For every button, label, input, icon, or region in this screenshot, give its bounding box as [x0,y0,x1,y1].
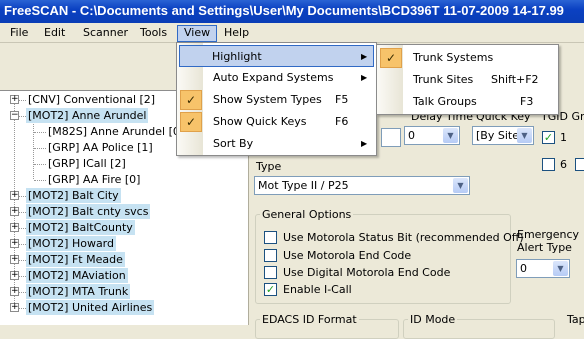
motorola-status-bit-label: Use Motorola Status Bit (recommended Off… [283,231,524,244]
tree-node-label: [MOT2] MAviation [26,268,128,283]
submenu-arrow-icon: ▶ [361,52,368,61]
menu-item-trunk-sites[interactable]: Trunk Sites Shift+F2 [379,69,556,91]
tree-node-label: [MOT2] Anne Arundel [26,108,149,123]
tgid-1-checkbox[interactable]: ✓ [542,131,555,144]
submenu-arrow-icon: ▶ [361,139,368,148]
digital-motorola-end-code-label: Use Digital Motorola End Code [283,266,451,279]
expand-icon[interactable]: + [10,95,19,104]
system-type-select[interactable]: Mot Type II / P25 ▼ [254,176,470,195]
menu-bar: File Edit Scanner Tools View Help [0,23,584,43]
tgid-6-label: 6 [560,158,567,171]
chevron-down-icon: ▼ [443,128,458,143]
menu-item-talk-groups[interactable]: Talk Groups F3 [379,91,556,113]
tgid-1-label: 1 [560,131,567,144]
menu-edit[interactable]: Edit [38,25,71,42]
expand-icon[interactable]: + [10,255,19,264]
tree-node-label: [GRP] AA Fire [0] [48,173,141,186]
tree-node-label: [MOT2] Ft Meade [26,252,125,267]
alert-type-label: Alert Type [517,241,572,254]
submenu-arrow-icon: ▶ [361,73,368,82]
emergency-label: Emergency [517,228,580,241]
quick-key-select[interactable]: [By Site] ▼ [472,126,534,145]
digital-motorola-end-code-checkbox[interactable] [264,266,277,279]
general-options-title: General Options [260,208,354,221]
tree-node-label: [GRP] ICall [2] [48,157,126,170]
menu-item-highlight[interactable]: Highlight ▶ [179,45,374,67]
checkmark-icon: ✓ [180,90,202,110]
tree-node-label: [MOT2] Howard [26,236,116,251]
menu-item-auto-expand-systems[interactable]: Auto Expand Systems ▶ [179,67,374,89]
type-label: Type [256,160,282,173]
menu-item-show-system-types[interactable]: ✓ Show System Types F5 [179,89,374,111]
emergency-alert-value: 0 [520,262,527,275]
tree-node-label: [MOT2] United Airlines [26,300,155,315]
checkmark-icon: ✓ [180,112,202,132]
expand-icon[interactable]: + [10,191,19,200]
chevron-down-icon: ▼ [453,178,468,193]
collapse-icon[interactable]: − [10,111,19,120]
enable-icall-checkbox[interactable]: ✓ [264,283,277,296]
menu-file[interactable]: File [4,25,34,42]
tree-node-label: [MOT2] Balt cnty svcs [26,204,151,219]
id-mode-label: ID Mode [408,313,458,326]
tree-node-label: [GRP] AA Police [1] [48,141,153,154]
motorola-end-code-label: Use Motorola End Code [283,249,412,262]
tap-label: Tap [565,313,584,326]
menu-tools[interactable]: Tools [134,25,173,42]
checkmark-icon: ✓ [380,48,402,68]
tree-node-label: [CNV] Conventional [2] [28,93,156,106]
menu-item-show-quick-keys[interactable]: ✓ Show Quick Keys F6 [179,111,374,133]
motorola-status-bit-checkbox[interactable] [264,231,277,244]
tgid-6-checkbox[interactable] [542,158,555,171]
highlight-submenu: ✓ Trunk Systems Trunk Sites Shift+F2 Tal… [376,44,559,115]
menu-view[interactable]: View [177,25,218,42]
menu-item-sort-by[interactable]: Sort By ▶ [179,133,374,155]
tree-node-label: [MOT2] Balt City [26,188,121,203]
expand-icon[interactable]: + [10,223,19,232]
tree-node-label: [MOT2] BaltCounty [26,220,135,235]
delay-time-value: 0 [408,129,415,142]
motorola-end-code-checkbox[interactable] [264,249,277,262]
expand-icon[interactable]: + [10,287,19,296]
system-type-value: Mot Type II / P25 [258,179,349,192]
partial-combo[interactable] [381,128,401,147]
expand-icon[interactable]: + [10,303,19,312]
menu-help[interactable]: Help [218,25,255,42]
menu-scanner[interactable]: Scanner [77,25,134,42]
tree-node-label: [MOT2] MTA Trunk [26,284,131,299]
expand-icon[interactable]: + [10,207,19,216]
chevron-down-icon: ▼ [553,261,568,276]
expand-icon[interactable]: + [10,271,19,280]
emergency-alert-select[interactable]: 0 ▼ [516,259,570,278]
expand-icon[interactable]: + [10,239,19,248]
delay-time-select[interactable]: 0 ▼ [404,126,460,145]
view-menu: Highlight ▶ Auto Expand Systems ▶ ✓ Show… [176,42,377,156]
edacs-id-format-label: EDACS ID Format [260,313,359,326]
tgid-7-checkbox[interactable] [575,158,584,171]
enable-icall-label: Enable I-Call [283,283,352,296]
menu-item-trunk-systems[interactable]: ✓ Trunk Systems [379,47,556,69]
tree-node-label: [M82S] Anne Arundel [0] [48,125,185,138]
window-title: FreeSCAN - C:\Documents and Settings\Use… [0,0,584,23]
chevron-down-icon: ▼ [517,128,532,143]
